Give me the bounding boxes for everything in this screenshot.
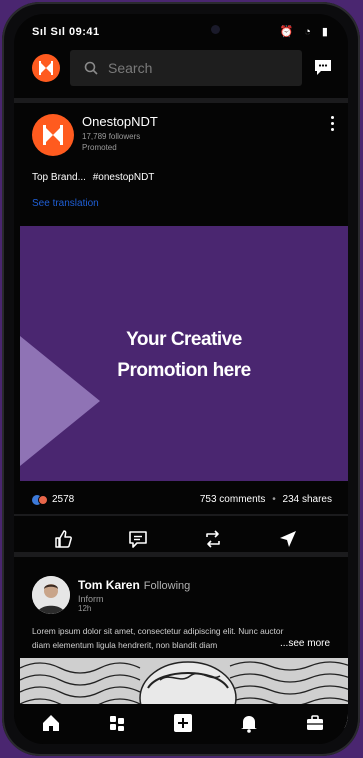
top-bar: Search <box>14 50 348 90</box>
brand-logo-icon <box>39 61 53 75</box>
author-avatar[interactable] <box>32 114 74 156</box>
post-body: Top Brand... <box>32 172 86 183</box>
post-icon[interactable] <box>172 712 194 734</box>
comment-icon[interactable] <box>127 528 149 550</box>
separator: • <box>272 494 276 505</box>
front-camera <box>211 25 220 34</box>
promo-image[interactable]: Your Creative Promotion here <box>20 226 348 481</box>
love-reaction-icon <box>38 495 48 505</box>
status-time: Sıl Sıl 09:41 <box>32 26 100 38</box>
see-more-link[interactable]: ...see more <box>276 638 331 649</box>
comments-shares[interactable]: 753 comments • 234 shares <box>200 494 332 505</box>
see-translation-link[interactable]: See translation <box>32 198 99 209</box>
promoted-label: Promoted <box>82 143 117 152</box>
more-options-icon[interactable] <box>330 116 336 134</box>
author-role: Inform <box>78 594 104 604</box>
promo-headline: Your Creative Promotion here <box>20 324 348 386</box>
status-icons: ⏰ ◔ ▮ <box>279 26 332 38</box>
author-avatar[interactable] <box>32 576 70 614</box>
promo-line-2: Promotion here <box>117 360 251 381</box>
like-icon[interactable] <box>52 528 74 550</box>
divider <box>14 552 348 557</box>
promo-line-1: Your Creative <box>126 329 242 350</box>
author-name[interactable]: Tom Karen <box>78 578 140 592</box>
status-bar: Sıl Sıl 09:41 ⏰ ◔ ▮ <box>14 14 348 44</box>
search-bar[interactable]: Search <box>70 50 302 86</box>
search-placeholder: Search <box>108 60 153 76</box>
send-icon[interactable] <box>277 528 299 550</box>
jobs-icon[interactable] <box>304 712 326 734</box>
author-name[interactable]: OnestopNDT <box>82 114 158 129</box>
bottom-nav <box>14 704 348 744</box>
hashtag-link[interactable]: #onestopNDT <box>93 172 155 183</box>
reaction-count[interactable]: 2578 <box>52 494 74 505</box>
divider <box>14 514 348 516</box>
search-icon <box>84 61 98 75</box>
comment-count[interactable]: 753 comments <box>200 494 266 505</box>
repost-icon[interactable] <box>202 528 224 550</box>
post-text: Top Brand... #onestopNDT <box>32 172 154 183</box>
network-icon[interactable] <box>106 712 128 734</box>
share-count[interactable]: 234 shares <box>283 494 332 505</box>
profile-logo[interactable] <box>32 54 60 82</box>
follower-count: 17,789 followers <box>82 132 141 141</box>
chat-icon[interactable] <box>312 56 334 78</box>
app-screen: Sıl Sıl 09:41 ⏰ ◔ ▮ Search OnestopNDT 17… <box>14 14 348 744</box>
brand-logo-icon <box>43 125 63 145</box>
person-photo <box>32 576 70 614</box>
following-label[interactable]: Following <box>144 580 190 592</box>
home-icon[interactable] <box>40 712 62 734</box>
author-name-row: Tom Karen Following <box>78 578 190 592</box>
notifications-icon[interactable] <box>238 712 260 734</box>
divider <box>14 98 348 103</box>
post-body-line: Lorem ipsum dolor sit amet, consectetur … <box>32 626 284 636</box>
post-stats: 2578 753 comments • 234 shares <box>32 494 332 508</box>
phone-frame: Sıl Sıl 09:41 ⏰ ◔ ▮ Search OnestopNDT 17… <box>2 2 360 756</box>
post-time: 12h <box>78 604 92 613</box>
